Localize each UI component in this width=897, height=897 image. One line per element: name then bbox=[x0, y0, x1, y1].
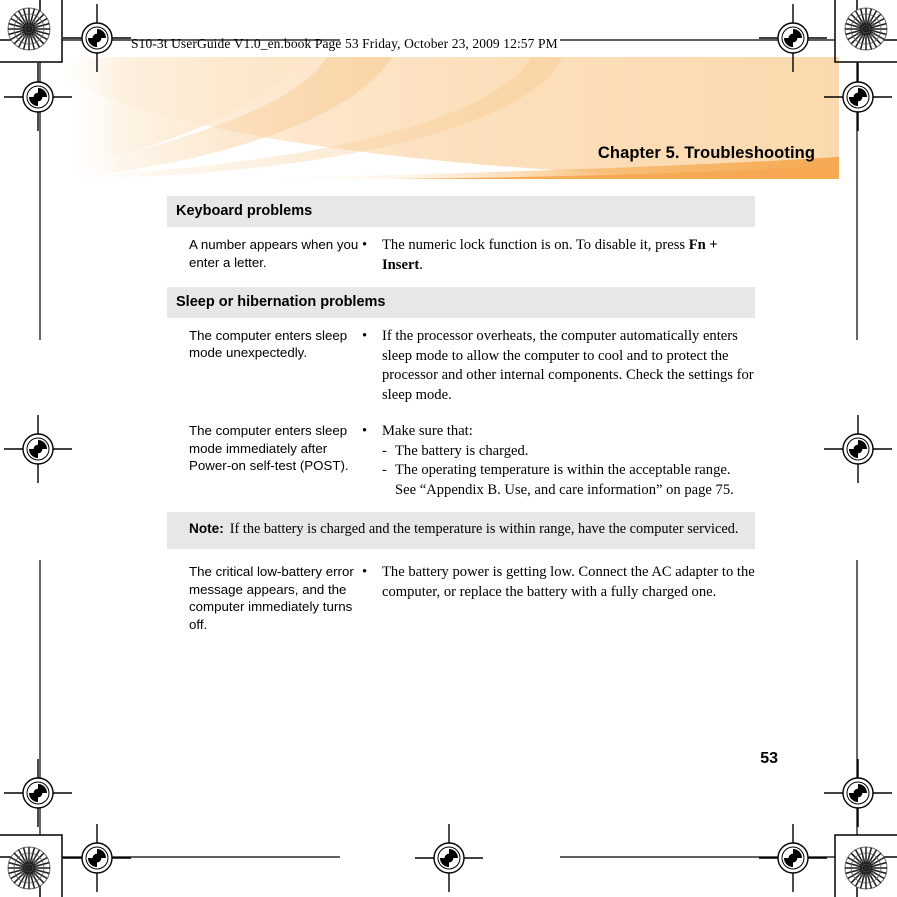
solution-text-post: . bbox=[419, 256, 423, 273]
list-item: - The battery is charged. bbox=[382, 442, 755, 462]
table-row: A number appears when you enter a letter… bbox=[167, 227, 755, 276]
problem-description: The computer enters sleep mode unexpecte… bbox=[189, 327, 348, 361]
solution-text: Make sure that: bbox=[382, 422, 473, 439]
section-header-keyboard-problems: Keyboard problems bbox=[167, 196, 755, 228]
registration-target-bottom-right-outer bbox=[758, 823, 828, 893]
solution-description: • The battery power is getting low. Conn… bbox=[362, 563, 755, 603]
book-file-info: S10-3t UserGuide V1.0_en.book Page 53 Fr… bbox=[131, 36, 558, 51]
bullet-icon: • bbox=[362, 327, 368, 344]
registration-target-right-lower-outer bbox=[823, 758, 893, 828]
solution-text-pre: The numeric lock function is on. To disa… bbox=[382, 237, 689, 254]
sub-item-text: The operating temperature is within the … bbox=[395, 462, 734, 499]
bullet-icon: • bbox=[362, 563, 368, 580]
table-row: The critical low-battery error message a… bbox=[167, 552, 755, 634]
note-callout: Note: If the battery is charged and the … bbox=[167, 511, 755, 549]
list-item: - The operating temperature is within th… bbox=[382, 461, 755, 501]
section-header-sleep-hibernation-problems: Sleep or hibernation problems bbox=[167, 286, 755, 318]
table-row: The computer enters sleep mode unexpecte… bbox=[167, 318, 755, 406]
bullet-icon: • bbox=[362, 422, 368, 439]
sub-item-text: The battery is charged. bbox=[395, 442, 529, 459]
solution-description: • Make sure that: - The battery is charg… bbox=[362, 422, 755, 501]
problem-description: The computer enters sleep mode immediate… bbox=[189, 422, 349, 474]
registration-target-left-middle bbox=[3, 414, 73, 484]
dash-icon: - bbox=[382, 442, 387, 459]
note-label: Note: bbox=[189, 520, 224, 536]
solution-description: • The numeric lock function is on. To di… bbox=[362, 236, 755, 276]
chapter-title: Chapter 5. Troubleshooting bbox=[597, 144, 815, 162]
solution-description: • If the processor overheats, the comput… bbox=[362, 327, 755, 406]
rosette-target-top-left bbox=[7, 7, 51, 51]
solution-text: If the processor overheats, the computer… bbox=[382, 327, 754, 404]
solution-text: The battery power is getting low. Connec… bbox=[382, 563, 755, 600]
problem-description: A number appears when you enter a letter… bbox=[189, 237, 359, 270]
page-number: 53 bbox=[760, 750, 778, 767]
rosette-target-top-right bbox=[844, 7, 888, 51]
note-text: If the battery is charged and the temper… bbox=[229, 520, 739, 537]
troubleshooting-table: Keyboard problems A number appears when … bbox=[167, 196, 755, 634]
solution-sub-list: - The battery is charged. - The operatin… bbox=[382, 442, 755, 501]
registration-target-bottom-center bbox=[414, 823, 484, 893]
bullet-icon: • bbox=[362, 237, 368, 254]
dash-icon: - bbox=[382, 462, 387, 479]
registration-target-left-lower-outer bbox=[3, 758, 73, 828]
table-row: The computer enters sleep mode immediate… bbox=[167, 406, 755, 501]
rosette-target-bottom-left bbox=[7, 846, 51, 890]
registration-target-right-middle bbox=[823, 414, 893, 484]
rosette-target-bottom-right bbox=[844, 846, 888, 890]
registration-target-bottom-left-outer bbox=[62, 823, 132, 893]
problem-description: The critical low-battery error message a… bbox=[189, 563, 354, 632]
